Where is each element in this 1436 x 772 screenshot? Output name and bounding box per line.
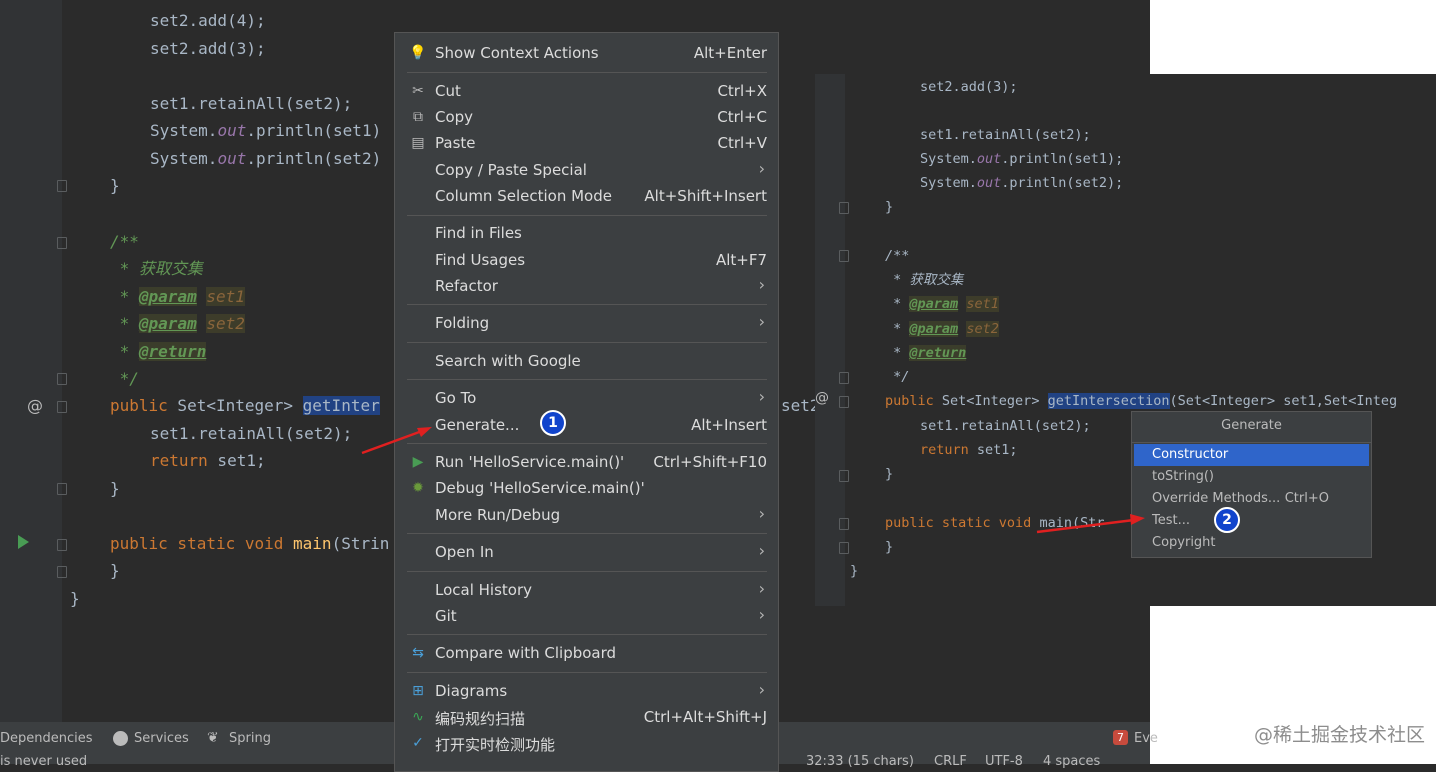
annotation-arrows bbox=[361, 427, 1145, 534]
arrow-to-generate bbox=[361, 429, 423, 455]
arrowhead bbox=[1130, 514, 1145, 525]
step-badge-1: 1 bbox=[540, 410, 566, 436]
arrowhead bbox=[417, 427, 432, 437]
step-badge-2: 2 bbox=[1214, 507, 1240, 533]
watermark: @稀土掘金技术社区 bbox=[1254, 724, 1426, 746]
arrow-to-test bbox=[1036, 518, 1135, 534]
